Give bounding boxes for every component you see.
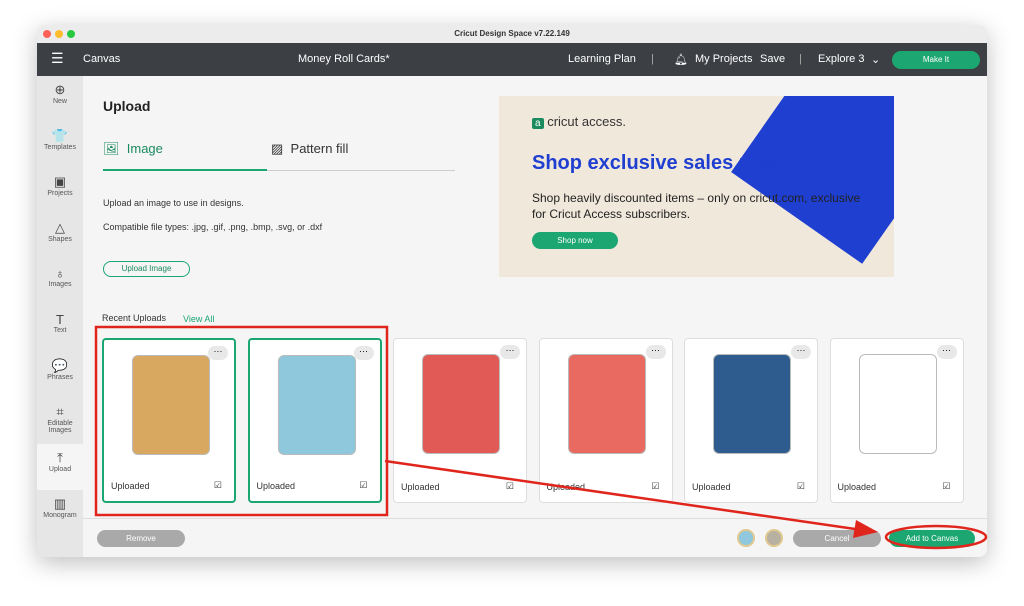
annotation-arrow (384, 459, 863, 532)
arrow-head (853, 520, 878, 538)
annotation-overlay (94, 325, 988, 550)
selection-highlight-box (94, 325, 389, 517)
highlight-ellipse (884, 524, 988, 550)
